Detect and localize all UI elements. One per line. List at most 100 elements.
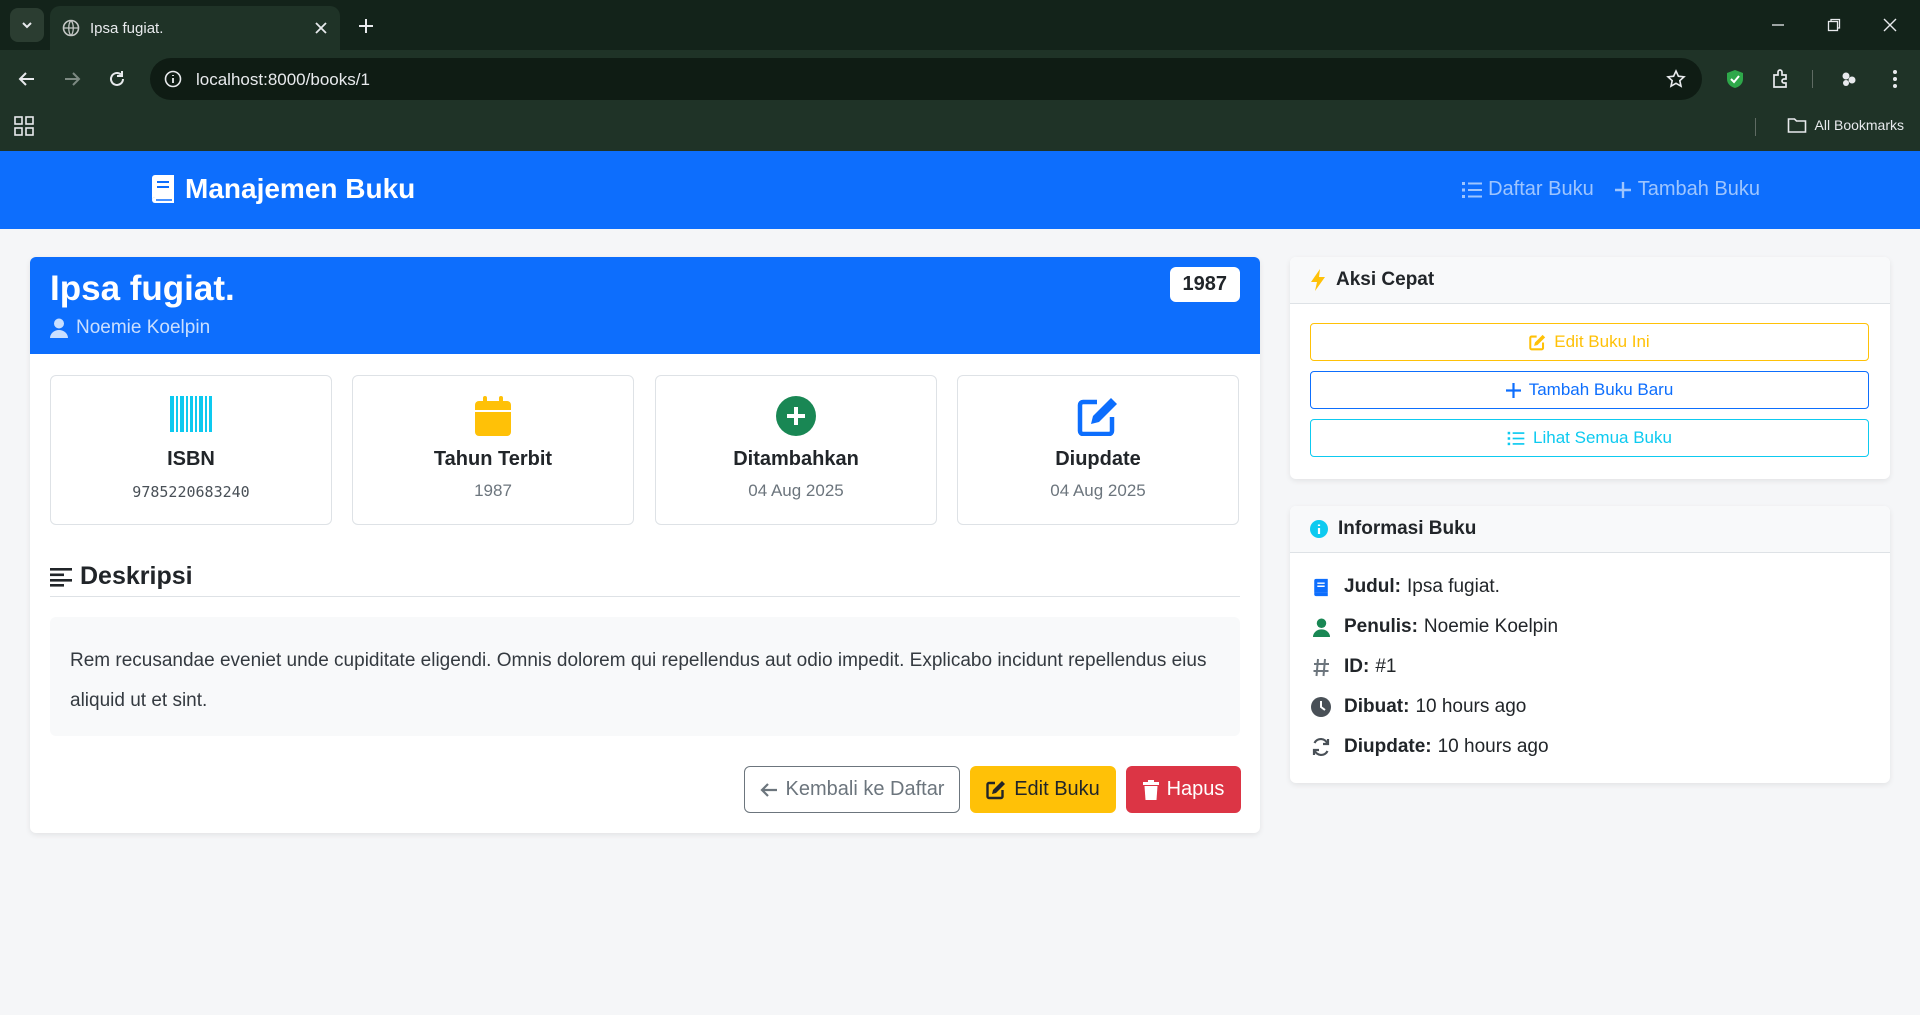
description-heading: Deskripsi	[50, 557, 1240, 597]
folder-icon	[1787, 118, 1806, 133]
plus-icon	[1505, 382, 1521, 398]
info-diupdate-label: Diupdate:	[1344, 736, 1432, 757]
menu-icon[interactable]	[1880, 64, 1910, 94]
book-info-card: Informasi Buku Judul: Ipsa fugiat. Penul…	[1290, 506, 1890, 783]
back-button[interactable]	[10, 62, 44, 96]
stat-diupdate-label: Diupdate	[1055, 448, 1141, 470]
arrow-left-icon	[18, 72, 34, 86]
stat-isbn-value: 9785220683240	[132, 483, 250, 501]
apps-grid-icon[interactable]	[14, 116, 34, 141]
minimize-icon	[1772, 24, 1784, 26]
quick-add-button[interactable]: Tambah Buku Baru	[1310, 371, 1869, 409]
minimize-button[interactable]	[1750, 0, 1806, 50]
back-to-list-button[interactable]: Kembali ke Daftar	[744, 766, 960, 813]
forward-button[interactable]	[55, 62, 89, 96]
stat-tahun-terbit-label: Tahun Terbit	[433, 448, 553, 470]
clock-icon	[1311, 697, 1331, 717]
tab-title: Ipsa fugiat.	[90, 19, 164, 37]
user-icon	[1312, 618, 1330, 637]
stat-isbn-label: ISBN	[167, 448, 215, 470]
info-row-id: ID: #1	[1310, 656, 1396, 678]
tab-search-button[interactable]	[10, 8, 44, 42]
info-dibuat-value: 10 hours ago	[1415, 696, 1527, 717]
nav-daftar-buku[interactable]: Daftar Buku	[1462, 178, 1594, 201]
book-icon	[152, 175, 174, 203]
address-bar[interactable]: localhost:8000/books/1	[150, 58, 1702, 100]
close-tab-icon[interactable]	[314, 21, 328, 35]
brand-link[interactable]: Manajemen Buku	[150, 173, 415, 205]
url-text[interactable]: localhost:8000/books/1	[196, 70, 370, 90]
align-left-icon	[50, 567, 72, 587]
all-bookmarks-button[interactable]: All Bookmarks	[1787, 116, 1904, 134]
close-window-button[interactable]	[1862, 0, 1918, 50]
book-title: Ipsa fugiat.	[50, 269, 235, 308]
chevron-down-icon	[22, 22, 32, 29]
arrow-right-icon	[65, 72, 81, 86]
info-penulis-label: Penulis:	[1344, 616, 1418, 637]
browser-chrome: Ipsa fugiat. localhost:8000/books/1 All …	[0, 0, 1920, 151]
delete-book-button[interactable]: Hapus	[1126, 766, 1241, 813]
browser-tab[interactable]: Ipsa fugiat.	[50, 6, 340, 50]
shield-extension-icon[interactable]	[1720, 64, 1750, 94]
edit-book-button[interactable]: Edit Buku	[970, 766, 1116, 813]
quick-add-label: Tambah Buku Baru	[1528, 380, 1674, 399]
quick-actions-card: Aksi Cepat Edit Buku Ini Tambah Buku Bar…	[1290, 257, 1890, 479]
plus-icon	[359, 19, 373, 33]
app-navbar: Manajemen Buku Daftar Buku Tambah Buku	[0, 151, 1920, 229]
stat-ditambahkan: Ditambahkan 04 Aug 2025	[655, 375, 937, 525]
plus-icon	[1614, 181, 1631, 198]
info-penulis-value: Noemie Koelpin	[1423, 616, 1559, 637]
quick-edit-label: Edit Buku Ini	[1554, 332, 1650, 351]
year-badge: 1987	[1169, 267, 1240, 302]
info-id-label: ID:	[1344, 656, 1370, 677]
sync-icon	[1312, 737, 1330, 757]
trash-icon	[1142, 779, 1159, 800]
list-icon	[1507, 431, 1525, 445]
book-info-header: Informasi Buku	[1290, 506, 1890, 553]
info-row-judul: Judul: Ipsa fugiat.	[1310, 576, 1500, 598]
list-icon	[1462, 181, 1483, 198]
reload-icon	[110, 71, 124, 86]
stat-ditambahkan-label: Ditambahkan	[733, 448, 859, 470]
info-circle-icon	[1310, 520, 1328, 538]
edit-icon	[986, 780, 1006, 799]
nav-tambah-buku[interactable]: Tambah Buku	[1614, 178, 1760, 201]
edit-icon	[1529, 334, 1546, 350]
quick-list-button[interactable]: Lihat Semua Buku	[1310, 419, 1869, 457]
info-row-diupdate: Diupdate: 10 hours ago	[1310, 736, 1549, 758]
plus-circle-icon	[776, 396, 816, 436]
info-icon[interactable]	[164, 70, 182, 88]
nav-tambah-buku-label: Tambah Buku	[1637, 178, 1760, 200]
calendar-icon	[475, 396, 511, 436]
stat-tahun-terbit: Tahun Terbit 1987	[352, 375, 634, 525]
restore-button[interactable]	[1806, 0, 1862, 50]
globe-icon	[62, 19, 80, 37]
toolbar-divider	[1812, 70, 1813, 88]
barcode-icon	[170, 396, 212, 432]
info-judul-label: Judul:	[1344, 576, 1401, 597]
info-diupdate-value: 10 hours ago	[1437, 736, 1549, 757]
new-tab-button[interactable]	[352, 12, 380, 40]
description-text: Rem recusandae eveniet unde cupiditate e…	[50, 617, 1240, 736]
book-info-title: Informasi Buku	[1338, 518, 1477, 539]
stat-tahun-terbit-value: 1987	[474, 481, 512, 500]
delete-book-label: Hapus	[1166, 778, 1225, 800]
extensions-icon[interactable]	[1766, 64, 1796, 94]
star-icon[interactable]	[1666, 69, 1686, 89]
quick-list-label: Lihat Semua Buku	[1533, 428, 1672, 447]
quick-actions-header: Aksi Cepat	[1290, 257, 1890, 304]
info-judul-value: Ipsa fugiat.	[1407, 576, 1500, 597]
quick-actions-title: Aksi Cepat	[1336, 269, 1435, 290]
info-row-penulis: Penulis: Noemie Koelpin	[1310, 616, 1558, 638]
description-heading-text: Deskripsi	[80, 562, 193, 590]
back-to-list-label: Kembali ke Daftar	[785, 778, 945, 800]
restore-icon	[1827, 18, 1841, 32]
arrow-left-icon	[759, 782, 777, 797]
quick-edit-button[interactable]: Edit Buku Ini	[1310, 323, 1869, 361]
stat-ditambahkan-value: 04 Aug 2025	[748, 481, 844, 500]
info-row-dibuat: Dibuat: 10 hours ago	[1310, 696, 1526, 718]
info-dibuat-label: Dibuat:	[1344, 696, 1410, 717]
book-author: Noemie Koelpin	[50, 317, 210, 339]
reload-button[interactable]	[100, 62, 134, 96]
profile-icon[interactable]	[1834, 64, 1864, 94]
